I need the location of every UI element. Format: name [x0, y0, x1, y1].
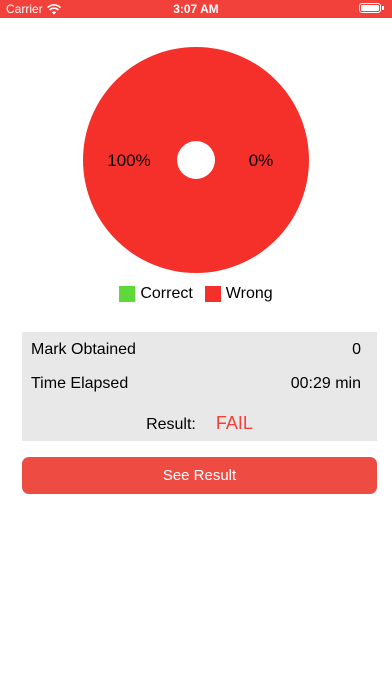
result-row: Result: FAIL [22, 413, 377, 434]
summary-panel: Mark Obtained 0 Time Elapsed 00:29 min R… [22, 332, 377, 441]
battery-icon [359, 3, 384, 13]
legend-swatch-wrong [204, 286, 221, 302]
mark-row: Mark Obtained 0 [31, 341, 361, 359]
result-value: FAIL [215, 413, 253, 433]
result-pie-chart: 100% 0% [83, 47, 309, 273]
time-row: Time Elapsed 00:29 min [31, 375, 361, 393]
time-value: 00:29 min [290, 375, 361, 392]
legend-label-correct: Correct [140, 285, 193, 302]
pie-hole [177, 141, 215, 179]
pie-label-wrong: 100% [107, 151, 150, 170]
legend-swatch-correct [119, 286, 136, 302]
see-result-button[interactable]: See Result [22, 457, 377, 494]
pie-label-correct: 0% [249, 151, 274, 170]
mark-value: 0 [352, 341, 361, 358]
legend-label-wrong: Wrong [225, 285, 273, 302]
result-label: Result: [146, 416, 196, 433]
mark-label: Mark Obtained [31, 341, 136, 358]
legend-item-correct: Correct [119, 285, 193, 303]
legend-item-wrong: Wrong [204, 285, 273, 303]
status-time: 3:07 AM [173, 2, 219, 16]
chart-legend: Correct Wrong [0, 285, 392, 303]
time-label: Time Elapsed [31, 375, 129, 392]
status-bar: Carrier 3:07 AM [0, 0, 392, 18]
